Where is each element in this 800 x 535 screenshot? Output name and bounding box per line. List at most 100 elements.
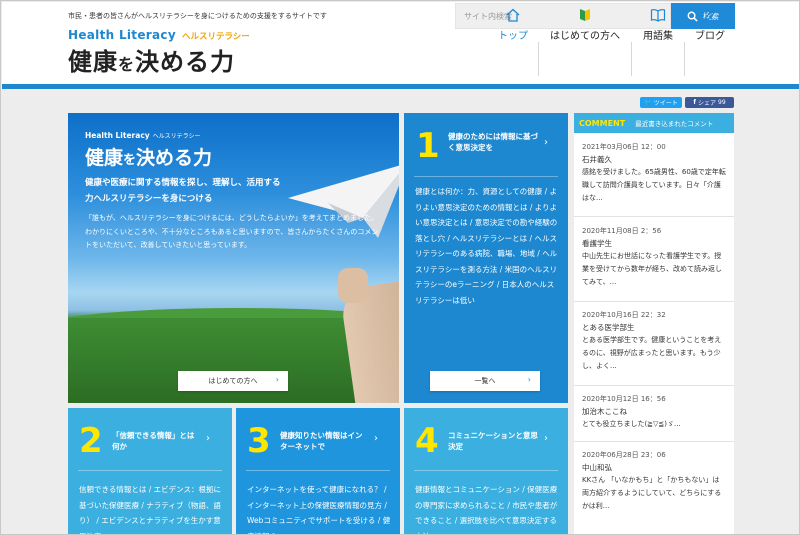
logo-kana: ヘルスリテラシー xyxy=(181,32,250,42)
section-number: 4 xyxy=(415,421,439,461)
logo-english-text: Health Literacy xyxy=(68,28,176,42)
pencil-icon xyxy=(704,9,716,21)
nav-divider xyxy=(631,42,632,76)
nav-item-glossary[interactable]: 用語集 xyxy=(636,2,680,48)
hero-title-a: 健康 xyxy=(85,147,124,169)
comment-text: KKさん 「いなかもち」と「かちもない」は両方紹介するようにしていて、どちらにす… xyxy=(582,476,722,510)
card-divider xyxy=(414,470,558,471)
book-icon xyxy=(650,9,666,22)
nav-label-top: トップ xyxy=(498,31,528,42)
comment-item[interactable]: 2020年11月08日 2：56 看護学生 中山先生にお世話になった看護学生です… xyxy=(574,225,734,289)
comment-date: 2021年03月06日 12：00 xyxy=(582,143,666,151)
site-tagline: 市民・患者の皆さんがヘルスリテラシーを身につけるための支援をするサイトです xyxy=(68,12,327,20)
comment-date: 2020年10月16日 22：32 xyxy=(582,311,666,319)
comment-date: 2020年10月12日 16：56 xyxy=(582,395,666,403)
twitter-bird-icon: 🐦 xyxy=(644,99,652,106)
section-number: 1 xyxy=(416,126,440,166)
facebook-share-count: 99 xyxy=(718,99,726,106)
comment-author: 中山和弘 xyxy=(582,463,612,472)
site-logo[interactable]: 健康を決める力 xyxy=(68,42,235,77)
chevron-right-icon[interactable]: › xyxy=(374,433,378,444)
logo-jp-part-c: 決める力 xyxy=(135,47,236,76)
section-title[interactable]: 健康知りたい情報はインターネットで xyxy=(280,430,368,452)
section-card-4: 4 コミュニケーションと意思決定 › 健康情報とコミュニケーション / 保健医療… xyxy=(404,408,568,534)
page-frame: 市民・患者の皆さんがヘルスリテラシーを身につけるための支援をするサイトです サイ… xyxy=(0,0,800,535)
card-divider xyxy=(78,470,222,471)
logo-jp-part-b: を xyxy=(118,55,136,74)
comment-item[interactable]: 2020年10月12日 16：56 加治木ここね とても役立ちました(≧▽≦)ゞ… xyxy=(574,393,734,431)
card-divider xyxy=(246,470,390,471)
hero-description: 「誰もが、ヘルスリテラシーを身につけるには、どうしたらよいか」を考えてまとめまし… xyxy=(85,214,379,249)
site-header: 市民・患者の皆さんがヘルスリテラシーを身につけるための支援をするサイトです サイ… xyxy=(2,2,799,84)
section-links[interactable]: 健康とは何か：力、資源としての健康 / よりよい意思決定のための情報とは / よ… xyxy=(415,184,561,308)
comment-date: 2020年06月28日 23：06 xyxy=(582,451,666,459)
chevron-right-icon[interactable]: › xyxy=(206,433,210,444)
chevron-right-icon: › xyxy=(527,375,531,384)
hero-english-text: Health Literacy xyxy=(85,131,150,140)
comment-author: 石井義久 xyxy=(582,155,612,164)
nav-active-pointer xyxy=(507,84,517,89)
hero-title-c: 決める力 xyxy=(136,147,213,169)
section-list-label: 一覧へ xyxy=(474,377,496,385)
comment-divider xyxy=(574,441,734,442)
section-card-3: 3 健康知りたい情報はインターネットで › インターネットを使って健康になれる？… xyxy=(236,408,400,534)
nav-divider xyxy=(684,42,685,76)
section-card-2: 2 「信頼できる情報」とは何か › 信頼できる情報とは / エビデンス：根拠に基… xyxy=(68,408,232,534)
hero-kana-text: ヘルスリテラシー xyxy=(152,133,201,140)
hero-english-label: Health Literacy ヘルスリテラシー xyxy=(85,131,201,140)
comment-author: 加治木ここね xyxy=(582,407,627,416)
comment-subheading: 最近書き込まれたコメント xyxy=(635,120,714,128)
nav-label-beginner: はじめての方へ xyxy=(550,31,620,42)
comment-author: とある医学部生 xyxy=(582,323,635,332)
logo-jp-part-a: 健康 xyxy=(68,47,118,76)
section-links[interactable]: インターネットを使って健康になれる？ / インターネット上の保健医療情報の見方 … xyxy=(247,482,393,534)
hero-title: 健康を決める力 xyxy=(85,143,212,170)
comment-sidebar: COMMENT 最近書き込まれたコメント 2021年03月06日 12：00 石… xyxy=(574,113,734,534)
section-title[interactable]: コミュニケーションと意思決定 xyxy=(448,430,540,452)
nav-label-glossary: 用語集 xyxy=(643,31,673,42)
section-title[interactable]: 「信頼できる情報」とは何か xyxy=(112,430,200,452)
section-number: 3 xyxy=(247,421,271,461)
beginner-guide-label: はじめての方へ xyxy=(208,377,258,385)
comment-item[interactable]: 2020年10月16日 22：32 とある医学部生 とある医学部生です。健康とい… xyxy=(574,309,734,373)
chevron-right-icon[interactable]: › xyxy=(544,137,548,148)
tweet-label: ツイート xyxy=(653,100,678,107)
hero-banner: Health Literacy ヘルスリテラシー 健康を決める力 健康や医療に関す… xyxy=(68,113,399,403)
header-accent-bar xyxy=(2,84,799,89)
logo-english[interactable]: Health Literacy ヘルスリテラシー xyxy=(68,28,250,42)
hero-subtitle: 健康や医療に関する情報を探し、理解し、活用する力ヘルスリテラシーを身につける xyxy=(85,178,281,204)
comment-sidebar-header: COMMENT 最近書き込まれたコメント xyxy=(574,113,734,133)
comment-divider xyxy=(574,385,734,386)
facebook-share-label: シェア xyxy=(697,100,716,107)
nav-item-beginner[interactable]: はじめての方へ xyxy=(543,2,627,48)
nav-item-blog[interactable]: ブログ xyxy=(689,2,731,48)
section-number: 2 xyxy=(79,421,103,461)
beginner-guide-button[interactable]: はじめての方へ › xyxy=(178,371,288,391)
section-card-1: 1 健康のためには情報に基づく意思決定を › 健康とは何か：力、資源としての健康… xyxy=(404,113,568,403)
tweet-button[interactable]: 🐦 ツイート xyxy=(640,97,682,108)
section-links[interactable]: 信頼できる情報とは / エビデンス：根拠に基づいた保健医療 / ナラティブ（物語… xyxy=(79,482,225,534)
comment-author: 看護学生 xyxy=(582,239,612,248)
comment-text: 中山先生にお世話になった看護学生です。授業を受けてから数年が経ち、改めて読み返し… xyxy=(582,252,722,286)
section-links[interactable]: 健康情報とコミュニケーション / 保健医療の専門家に求められること / 市民や患… xyxy=(415,482,561,534)
chevron-right-icon: › xyxy=(275,375,279,384)
section-title[interactable]: 健康のためには情報に基づく意思決定を xyxy=(448,131,540,153)
beginner-mark-icon xyxy=(580,9,590,21)
comment-date: 2020年11月08日 2：56 xyxy=(582,227,662,235)
comment-item[interactable]: 2020年06月28日 23：06 中山和弘 KKさん 「いなかもち」と「かちも… xyxy=(574,449,734,513)
nav-divider xyxy=(538,42,539,76)
comment-item[interactable]: 2021年03月06日 12：00 石井義久 感銘を受けました。65歳男性、60… xyxy=(574,141,734,205)
comment-divider xyxy=(574,301,734,302)
nav-label-blog: ブログ xyxy=(695,31,725,42)
hero-title-b: を xyxy=(123,153,137,168)
comment-heading: COMMENT xyxy=(579,118,626,128)
chevron-right-icon[interactable]: › xyxy=(544,433,548,444)
hand-image xyxy=(338,268,368,303)
nav-item-top[interactable]: トップ xyxy=(493,2,533,48)
home-icon xyxy=(506,8,520,22)
comment-text: とても役立ちました(≧▽≦)ゞ... xyxy=(582,420,681,428)
comment-text: 感銘を受けました。65歳男性、60歳で定年転職して訪問介護員をしています。日々「… xyxy=(582,168,726,202)
comment-divider xyxy=(574,216,734,217)
facebook-share-button[interactable]: f シェア 99 xyxy=(685,97,734,108)
section-list-button[interactable]: 一覧へ › xyxy=(430,371,540,391)
